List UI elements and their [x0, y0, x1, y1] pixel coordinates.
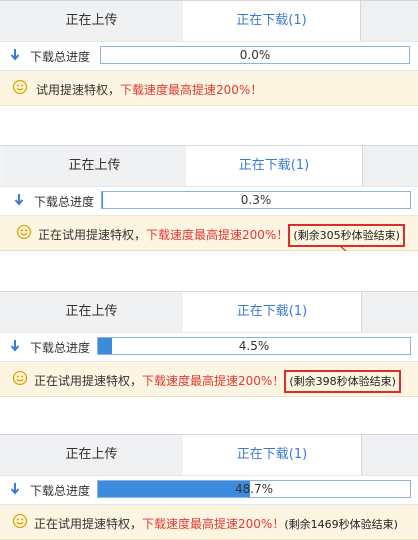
progress-label: 下载总进度 [30, 484, 91, 498]
download-arrow-icon [10, 49, 20, 61]
tab-uploading[interactable]: 正在上传 [0, 1, 184, 41]
notice-text: 试用提速特权，下载速度最高提速200%！ [36, 81, 262, 98]
progress-row: 下载总进度 0.3% [0, 186, 418, 216]
progress-bar: 0.0% [100, 46, 410, 64]
progress-percent: 48.7% [234, 482, 274, 496]
tab-downloading[interactable]: 正在下载(1) [186, 146, 362, 186]
progress-percent: 0.3% [240, 193, 272, 207]
notice-prefix: 正在试用提速特权， [38, 228, 147, 242]
tab-uploading[interactable]: 正在上传 [0, 292, 184, 332]
tab-downloading[interactable]: 正在下载(1) [183, 435, 361, 475]
progress-label: 下载总进度 [30, 50, 91, 64]
progress-label: 下载总进度 [30, 341, 91, 355]
progress-bar: 0.3% [101, 191, 411, 209]
download-panel-2: 正在上传 正在下载(1) 下载总进度 0.3% 正在试用提速特权，下载速度最高提… [0, 145, 418, 251]
tab-uploading[interactable]: 正在上传 [0, 435, 184, 475]
download-arrow-icon [10, 340, 20, 352]
notice-prefix: 正在试用提速特权， [34, 374, 143, 388]
remaining-time: (剩余398秒体验结束) [284, 370, 401, 393]
download-panel-4: 正在上传 正在下载(1) 下载总进度 48.7% 正在试用提速特权，下载速度最高… [0, 434, 418, 540]
progress-label: 下载总进度 [34, 195, 95, 209]
download-panel-3: 正在上传 正在下载(1) 下载总进度 4.5% 正在试用提速特权，下载速度最高提… [0, 291, 418, 397]
tab-uploading[interactable]: 正在上传 [3, 146, 187, 186]
tab-extra[interactable] [360, 1, 418, 41]
notice-text: 正在试用提速特权，下载速度最高提速200%！ (剩余398秒体验结束) [34, 370, 401, 393]
tab-extra[interactable] [361, 292, 418, 332]
tab-bar: 正在上传 正在下载(1) [0, 291, 418, 332]
tab-bar: 正在上传 正在下载(1) [0, 434, 418, 475]
progress-bar: 4.5% [97, 337, 411, 355]
smiley-icon [12, 79, 28, 95]
download-arrow-icon [14, 194, 24, 206]
progress-row: 下载总进度 0.0% [0, 41, 418, 71]
smiley-icon [12, 370, 28, 386]
download-panel-1: 正在上传 正在下载(1) 下载总进度 0.0% 试用提速特权，下载速度最高提速2… [0, 0, 418, 106]
notice-highlight: 下载速度最高提速200%！ [142, 517, 285, 531]
tab-bar: 正在上传 正在下载(1) [0, 0, 418, 41]
remaining-time: (剩余305秒体验结束) [288, 224, 405, 247]
notice-highlight: 下载速度最高提速200%！ [142, 374, 285, 388]
notice-text: 正在试用提速特权，下载速度最高提速200%！(剩余1469秒体验结束) [34, 515, 398, 532]
speedup-notice: 正在试用提速特权，下载速度最高提速200%！(剩余1469秒体验结束) [0, 505, 418, 540]
download-arrow-icon [10, 483, 20, 495]
tab-downloading[interactable]: 正在下载(1) [183, 1, 360, 41]
notice-text: 正在试用提速特权，下载速度最高提速200%！ (剩余305秒体验结束) [38, 224, 405, 247]
notice-highlight: 下载速度最高提速200%！ [146, 228, 289, 242]
progress-row: 下载总进度 48.7% [0, 475, 418, 505]
mouse-cursor-icon [340, 246, 346, 251]
tab-bar: 正在上传 正在下载(1) [0, 145, 418, 186]
remaining-time: (剩余1469秒体验结束) [284, 518, 398, 531]
notice-highlight: 下载速度最高提速200%！ [120, 83, 263, 97]
notice-prefix: 试用提速特权， [36, 83, 121, 97]
progress-bar: 48.7% [97, 480, 411, 498]
tab-downloading[interactable]: 正在下载(1) [183, 292, 361, 332]
progress-row: 下载总进度 4.5% [0, 332, 418, 362]
smiley-icon [12, 513, 28, 529]
tab-extra[interactable] [362, 146, 418, 186]
progress-percent: 0.0% [239, 48, 271, 62]
speedup-notice: 正在试用提速特权，下载速度最高提速200%！ (剩余305秒体验结束) [0, 216, 418, 251]
tab-extra[interactable] [361, 435, 418, 475]
speedup-notice: 正在试用提速特权，下载速度最高提速200%！ (剩余398秒体验结束) [0, 362, 418, 397]
notice-prefix: 正在试用提速特权， [34, 517, 143, 531]
smiley-icon [16, 224, 32, 240]
speedup-notice: 试用提速特权，下载速度最高提速200%！ [0, 71, 418, 106]
progress-percent: 4.5% [238, 339, 270, 353]
